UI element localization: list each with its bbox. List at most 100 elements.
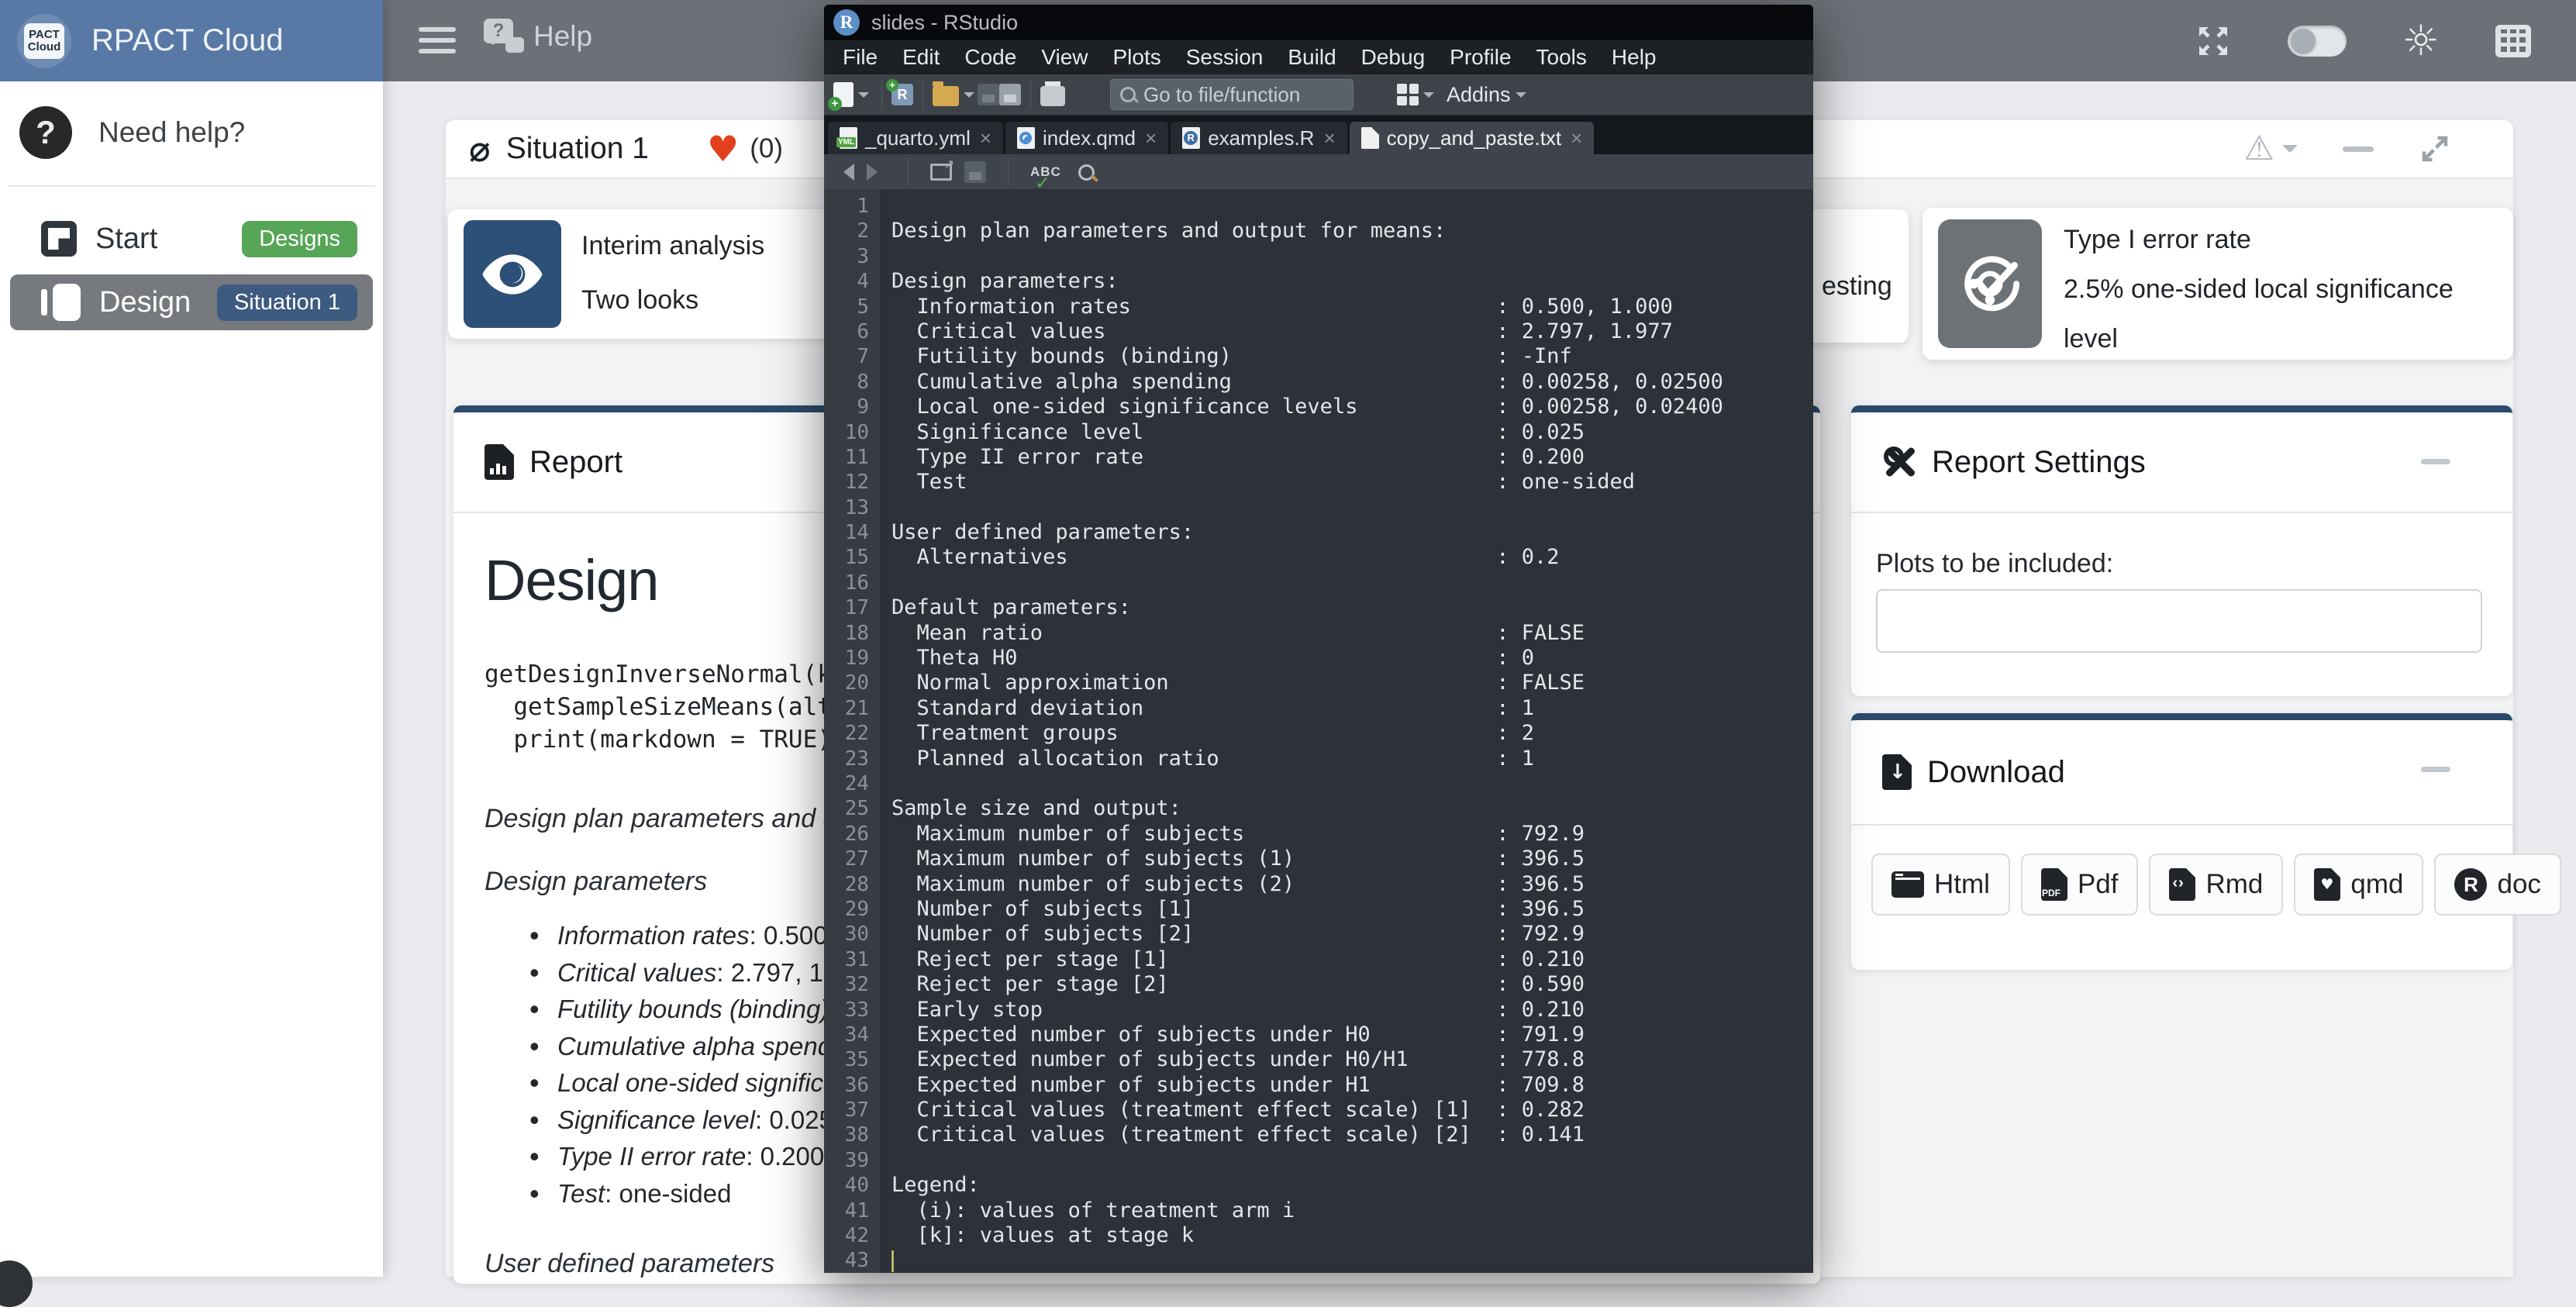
close-tab-icon[interactable]: × xyxy=(1145,126,1157,150)
sidebar-item-start[interactable]: StartDesigns xyxy=(10,211,373,267)
minimize-button[interactable] xyxy=(2343,147,2374,152)
download-title: Download xyxy=(1927,755,2065,790)
report-document-icon xyxy=(485,444,514,480)
sidebar: PACT Cloud RPACT Cloud Need help? StartD… xyxy=(0,0,383,1277)
open-file-icon[interactable] xyxy=(933,86,959,106)
type1-card-line2: level xyxy=(2064,324,2118,354)
menu-plots[interactable]: Plots xyxy=(1101,45,1174,70)
collapse-report-settings-button[interactable] xyxy=(2421,459,2450,464)
close-tab-icon[interactable]: × xyxy=(1571,126,1582,150)
find-replace-icon[interactable] xyxy=(1078,164,1095,181)
expand-arrows-icon[interactable] xyxy=(2195,22,2232,60)
report-settings-panel: Report Settings Plots to be included: xyxy=(1851,405,2512,696)
download-header: Download xyxy=(1851,720,2512,826)
rstudio-toolbar: + + Go to file/function Addins xyxy=(824,74,1813,116)
tab-_quarto.yml[interactable]: _quarto.yml× xyxy=(828,122,1003,154)
tools-icon xyxy=(1882,445,1916,479)
source-toolbar: ABC xyxy=(824,154,1813,191)
menu-edit[interactable]: Edit xyxy=(890,45,952,70)
warning-dropdown[interactable]: ⚠ xyxy=(2244,132,2298,166)
rstudio-menubar: FileEditCodeViewPlotsSessionBuildDebugPr… xyxy=(824,40,1813,74)
settings-sun-icon[interactable]: ☼ xyxy=(2402,20,2440,62)
tab-copy_and_paste.txt[interactable]: copy_and_paste.txt× xyxy=(1350,122,1595,154)
tab-index.qmd[interactable]: index.qmd× xyxy=(1005,122,1168,154)
type1-error-card[interactable]: Type I error rate 2.5% one-sided local s… xyxy=(1923,208,2513,360)
rstudio-window: R slides - RStudio FileEditCodeViewPlots… xyxy=(824,5,1813,1273)
download-doc-button[interactable]: doc xyxy=(2434,854,2560,916)
code-editor[interactable]: 12Design plan parameters and output for … xyxy=(824,189,1813,1273)
close-tab-icon[interactable]: × xyxy=(980,126,991,150)
download-rmd-button[interactable]: Rmd xyxy=(2149,854,2283,916)
menu-session[interactable]: Session xyxy=(1174,45,1276,70)
editor-line: 30 Number of subjects [2] : 792.9 xyxy=(824,922,1813,947)
chevron-down-icon xyxy=(2282,145,2298,160)
download-button-label: Pdf xyxy=(2078,869,2119,900)
editor-line: 18 Mean ratio : FALSE xyxy=(824,621,1813,646)
sidebar-item-design[interactable]: DesignSituation 1 xyxy=(10,274,373,330)
save-icon[interactable] xyxy=(978,84,999,105)
plots-included-label: Plots to be included: xyxy=(1876,549,2113,579)
download-html-button[interactable]: Html xyxy=(1871,854,2010,916)
editor-line: 40Legend: xyxy=(824,1173,1813,1198)
goto-file-search[interactable]: Go to file/function xyxy=(1110,79,1354,110)
hamburger-menu-icon[interactable] xyxy=(419,27,456,60)
editor-line: 21 Standard deviation : 1 xyxy=(824,696,1813,721)
menu-code[interactable]: Code xyxy=(952,45,1029,70)
menu-debug[interactable]: Debug xyxy=(1349,45,1438,70)
menu-help[interactable]: Help xyxy=(1599,45,1669,70)
expand-panel-icon[interactable] xyxy=(2419,133,2451,165)
situation-tools: ⚠ xyxy=(2244,120,2451,178)
editor-line: 29 Number of subjects [1] : 396.5 xyxy=(824,897,1813,922)
question-mark-icon xyxy=(19,106,72,159)
favorite-count: (0) xyxy=(750,133,783,164)
download-qmd-button[interactable]: qmd xyxy=(2294,854,2423,916)
addins-dropdown-icon[interactable] xyxy=(1516,92,1526,103)
menu-build[interactable]: Build xyxy=(1275,45,1348,70)
new-project-icon[interactable]: + xyxy=(891,84,913,105)
panes-grid-icon[interactable] xyxy=(1397,84,1419,105)
report-settings-header: Report Settings xyxy=(1851,412,2512,513)
open-recent-dropdown-icon[interactable] xyxy=(964,92,974,103)
close-tab-icon[interactable]: × xyxy=(1323,126,1335,150)
fi-r-file-icon xyxy=(1182,127,1200,149)
new-file-dropdown-icon[interactable] xyxy=(858,92,869,103)
new-file-icon[interactable]: + xyxy=(833,82,853,107)
editor-line: 3 xyxy=(824,244,1813,269)
fi-yml-file-icon xyxy=(840,127,857,149)
editor-line: 19 Theta H0 : 0 xyxy=(824,646,1813,671)
tab-examples.R[interactable]: examples.R× xyxy=(1171,122,1347,154)
source-save-icon[interactable] xyxy=(964,161,986,183)
menu-profile[interactable]: Profile xyxy=(1437,45,1523,70)
editor-line: 26 Maximum number of subjects : 792.9 xyxy=(824,822,1813,847)
rmd-file-icon xyxy=(2169,868,2195,901)
addins-menu[interactable]: Addins xyxy=(1447,83,1511,107)
editor-line: 2Design plan parameters and output for m… xyxy=(824,219,1813,243)
help-button[interactable]: ? Help xyxy=(484,19,592,54)
logo-text-2: Cloud xyxy=(28,41,61,53)
forward-icon[interactable] xyxy=(867,164,886,181)
rstudio-titlebar[interactable]: R slides - RStudio xyxy=(824,5,1813,40)
favorite-heart-icon[interactable]: ♥ xyxy=(707,131,739,167)
collapse-download-button[interactable] xyxy=(2421,767,2450,772)
download-button-label: Html xyxy=(1934,869,1990,900)
menu-tools[interactable]: Tools xyxy=(1524,45,1599,70)
grid-apps-icon[interactable] xyxy=(2495,25,2531,57)
pdf-file-icon xyxy=(2041,868,2067,901)
plots-included-input[interactable] xyxy=(1876,589,2482,653)
design-null-icon: ⌀ xyxy=(469,128,491,170)
open-in-new-window-icon[interactable] xyxy=(930,164,952,181)
download-buttons: Html Pdf Rmdqmddoc xyxy=(1871,854,2561,916)
menu-view[interactable]: View xyxy=(1029,45,1100,70)
need-help-button[interactable]: Need help? xyxy=(0,103,383,162)
sidebar-item-badge: Situation 1 xyxy=(217,285,357,321)
back-icon[interactable] xyxy=(835,164,854,181)
editor-line: 13 xyxy=(824,495,1813,520)
panes-dropdown-icon[interactable] xyxy=(1423,92,1434,103)
print-icon[interactable] xyxy=(1040,86,1065,106)
menu-file[interactable]: File xyxy=(830,45,890,70)
type1-card-line1: 2.5% one-sided local significance xyxy=(2064,274,2454,305)
download-pdf-button[interactable]: Pdf xyxy=(2021,854,2139,916)
save-all-icon[interactable] xyxy=(999,84,1021,105)
theme-toggle[interactable] xyxy=(2288,26,2347,57)
spellcheck-icon[interactable]: ABC xyxy=(1030,164,1061,180)
